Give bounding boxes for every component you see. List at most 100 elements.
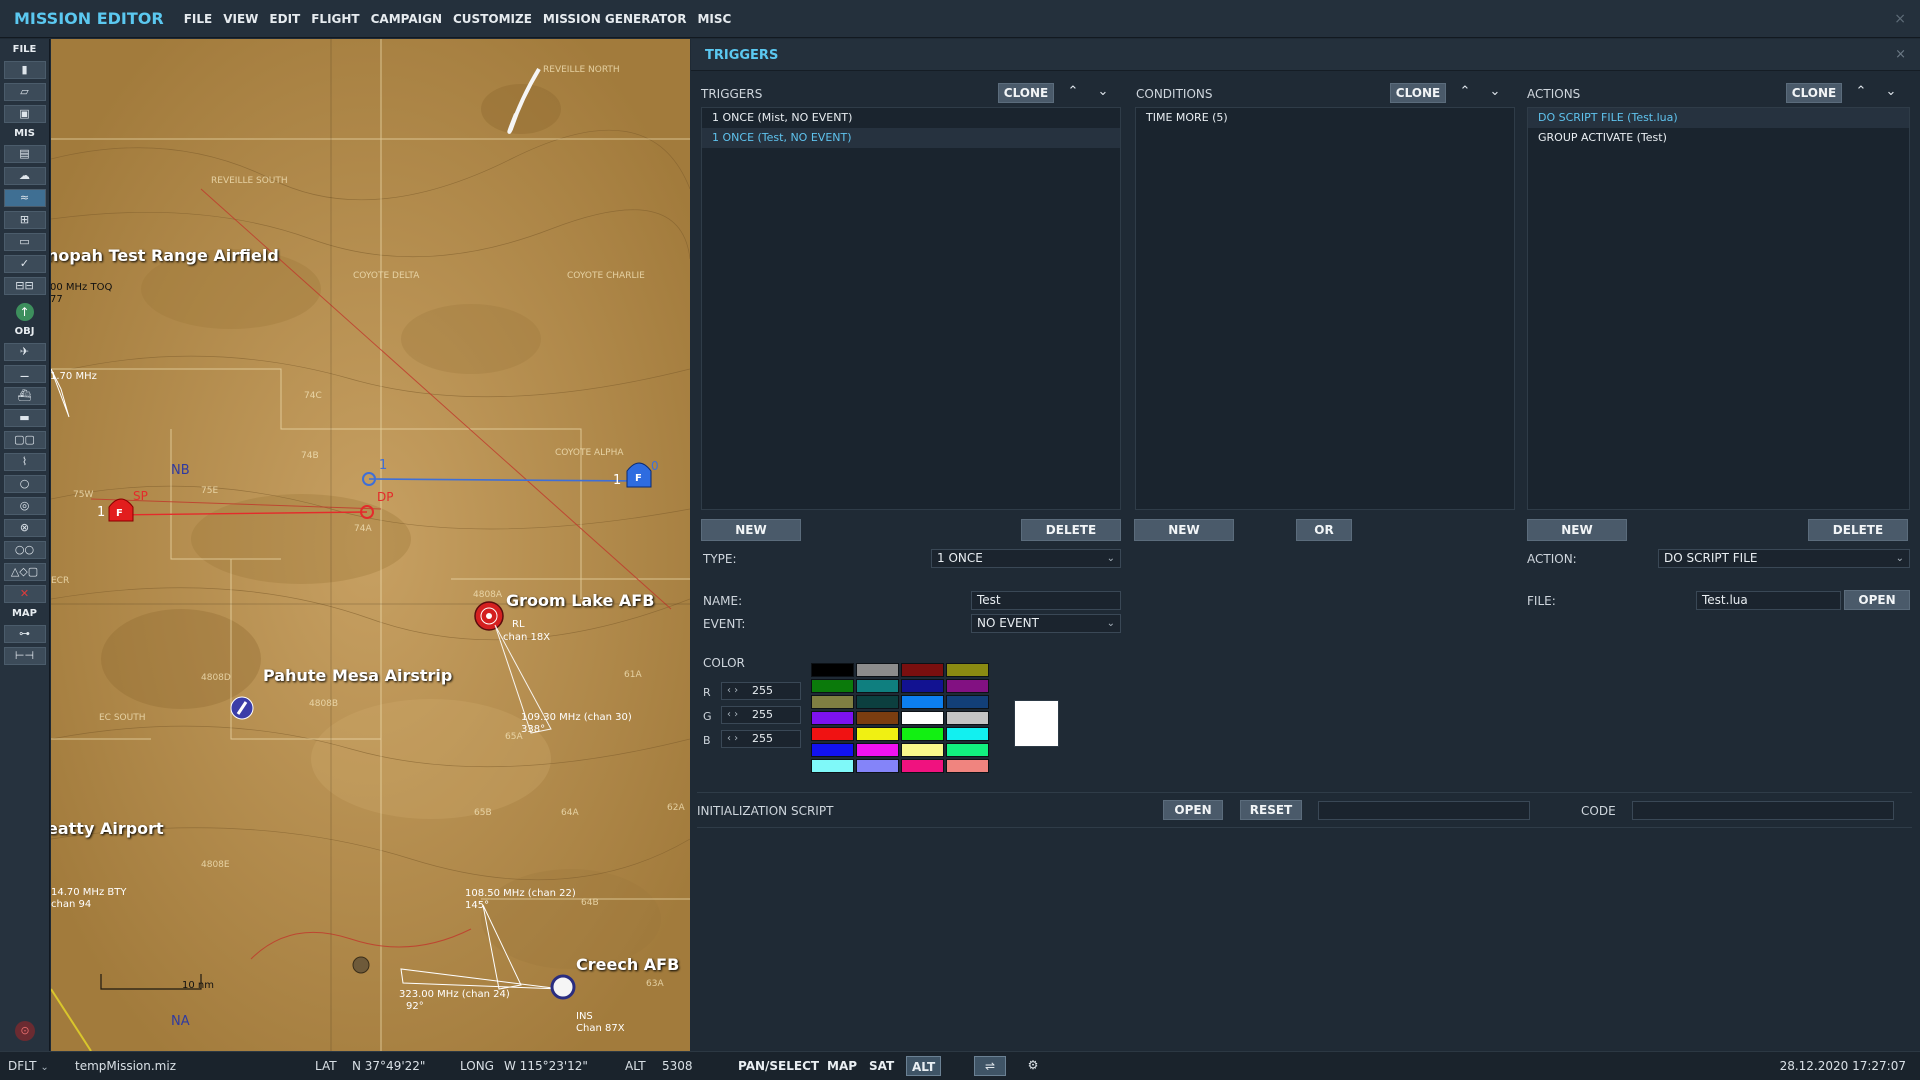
color-swatch[interactable] xyxy=(856,743,899,757)
color-swatch[interactable] xyxy=(946,759,989,773)
group-icon[interactable]: ○○ xyxy=(3,541,46,559)
map-flight-blue-label[interactable]: F xyxy=(635,473,642,484)
menu-view[interactable]: VIEW xyxy=(223,12,258,26)
ground-vehicle-icon[interactable]: ▬ xyxy=(3,409,46,427)
init-script-field[interactable] xyxy=(1318,801,1530,820)
record-icon[interactable]: ⊙ xyxy=(15,1021,35,1041)
trigger-zone-icon[interactable]: ○ xyxy=(3,475,46,493)
map-flight-red-label[interactable]: F xyxy=(116,508,123,519)
sat-mode-button[interactable]: SAT xyxy=(864,1056,899,1076)
conditions-move-up-icon[interactable]: ⌃ xyxy=(1457,84,1473,100)
init-open-button[interactable]: OPEN xyxy=(1163,800,1223,820)
actions-move-up-icon[interactable]: ⌃ xyxy=(1853,84,1869,100)
ship-icon[interactable]: ⛴ xyxy=(3,387,46,405)
event-dropdown[interactable]: NO EVENT ⌄ xyxy=(971,614,1121,633)
init-reset-button[interactable]: RESET xyxy=(1240,800,1302,820)
trigger-new-button[interactable]: NEW xyxy=(701,519,801,541)
color-swatch[interactable] xyxy=(811,679,854,693)
action-item-selected[interactable]: DO SCRIPT FILE (Test.lua) xyxy=(1528,108,1909,128)
type-dropdown[interactable]: 1 ONCE ⌄ xyxy=(931,549,1121,568)
conditions-clone-button[interactable]: CLONE xyxy=(1390,83,1446,103)
alt-mode-button[interactable]: ALT xyxy=(906,1056,942,1076)
condition-new-button[interactable]: NEW xyxy=(1134,519,1234,541)
pan-select-button[interactable]: PAN/SELECT xyxy=(733,1056,824,1076)
color-swatch[interactable] xyxy=(946,679,989,693)
map-options-icon[interactable]: ⊶ xyxy=(3,625,46,643)
window-close-icon[interactable]: × xyxy=(1894,11,1906,27)
goals-icon[interactable]: ▭ xyxy=(3,233,46,251)
open-folder-icon[interactable]: ▱ xyxy=(3,83,46,101)
triggers-clone-button[interactable]: CLONE xyxy=(998,83,1054,103)
stepper-arrows-icon[interactable]: ‹ › xyxy=(727,731,738,747)
template-icon[interactable]: ⌇ xyxy=(3,453,46,471)
trigger-delete-button[interactable]: DELETE xyxy=(1021,519,1121,541)
delete-icon[interactable]: ✕ xyxy=(3,585,46,603)
actions-move-down-icon[interactable]: ⌄ xyxy=(1883,84,1899,100)
color-swatch[interactable] xyxy=(901,695,944,709)
color-swatch[interactable] xyxy=(811,711,854,725)
menu-mission-generator[interactable]: MISSION GENERATOR xyxy=(543,12,687,26)
green-stepper[interactable]: ‹ › 255 xyxy=(721,706,801,724)
color-swatch[interactable] xyxy=(901,679,944,693)
color-swatch[interactable] xyxy=(946,743,989,757)
color-swatch[interactable] xyxy=(901,711,944,725)
menu-edit[interactable]: EDIT xyxy=(269,12,300,26)
panel-close-icon[interactable]: × xyxy=(1895,47,1906,62)
conditions-move-down-icon[interactable]: ⌄ xyxy=(1487,84,1503,100)
color-swatch[interactable] xyxy=(811,695,854,709)
color-swatch[interactable] xyxy=(901,743,944,757)
color-swatch[interactable] xyxy=(811,743,854,757)
check-icon[interactable]: ✓ xyxy=(3,255,46,273)
condition-item[interactable]: TIME MORE (5) xyxy=(1136,108,1514,128)
name-field[interactable]: Test xyxy=(971,591,1121,610)
triggers-icon[interactable]: ≈ xyxy=(3,189,46,207)
map-view[interactable]: nopah Test Range Airfield Groom Lake AFB… xyxy=(51,39,690,1051)
color-swatch[interactable] xyxy=(901,727,944,741)
airplane-icon[interactable]: ✈ xyxy=(3,343,46,361)
stepper-arrows-icon[interactable]: ‹ › xyxy=(727,683,738,699)
helicopter-icon[interactable]: ⚊ xyxy=(3,365,46,383)
menu-customize[interactable]: CUSTOMIZE xyxy=(453,12,532,26)
menu-flight[interactable]: FLIGHT xyxy=(311,12,359,26)
static-object-icon[interactable]: ▢▢ xyxy=(3,431,46,449)
color-swatch[interactable] xyxy=(901,759,944,773)
red-stepper[interactable]: ‹ › 255 xyxy=(721,682,801,700)
map-layers-icon[interactable]: ⇌ xyxy=(974,1056,1006,1076)
briefing-icon[interactable]: ▤ xyxy=(3,145,46,163)
weather-icon[interactable]: ☁ xyxy=(3,167,46,185)
trigger-item[interactable]: 1 ONCE (Mist, NO EVENT) xyxy=(702,108,1120,128)
color-swatch[interactable] xyxy=(856,711,899,725)
color-swatch[interactable] xyxy=(811,727,854,741)
code-field[interactable] xyxy=(1632,801,1894,820)
actions-clone-button[interactable]: CLONE xyxy=(1786,83,1842,103)
color-swatch[interactable] xyxy=(856,679,899,693)
color-swatch[interactable] xyxy=(856,759,899,773)
ruler-icon[interactable]: ⊢⊣ xyxy=(3,647,46,665)
color-swatch[interactable] xyxy=(856,695,899,709)
resource-manager-icon[interactable]: ⊟⊟ xyxy=(3,277,46,295)
map-mode-button[interactable]: MAP xyxy=(822,1056,862,1076)
color-swatch[interactable] xyxy=(811,663,854,677)
settings-gear-icon[interactable]: ⚙ xyxy=(1017,1056,1049,1076)
file-field[interactable]: Test.lua xyxy=(1696,591,1841,610)
trigger-item-selected[interactable]: 1 ONCE (Test, NO EVENT) xyxy=(702,128,1120,148)
condition-or-button[interactable]: OR xyxy=(1296,519,1352,541)
coalitions-icon[interactable]: ⊞ xyxy=(3,211,46,229)
menu-misc[interactable]: MISC xyxy=(697,12,731,26)
nav-point-icon[interactable]: ⊗ xyxy=(3,519,46,537)
triggers-move-up-icon[interactable]: ⌃ xyxy=(1065,84,1081,100)
color-swatch[interactable] xyxy=(946,727,989,741)
draw-shapes-icon[interactable]: △◇▢ xyxy=(3,563,46,581)
file-open-button[interactable]: OPEN xyxy=(1844,590,1910,610)
new-mission-icon[interactable]: ▮ xyxy=(3,61,46,79)
action-dropdown[interactable]: DO SCRIPT FILE ⌄ xyxy=(1658,549,1910,568)
color-swatch[interactable] xyxy=(811,759,854,773)
blue-stepper[interactable]: ‹ › 255 xyxy=(721,730,801,748)
stepper-arrows-icon[interactable]: ‹ › xyxy=(727,707,738,723)
color-swatch[interactable] xyxy=(856,663,899,677)
menu-campaign[interactable]: CAMPAIGN xyxy=(371,12,442,26)
menu-file[interactable]: FILE xyxy=(184,12,213,26)
triggers-move-down-icon[interactable]: ⌄ xyxy=(1095,84,1111,100)
action-new-button[interactable]: NEW xyxy=(1527,519,1627,541)
target-icon[interactable]: ◎ xyxy=(3,497,46,515)
